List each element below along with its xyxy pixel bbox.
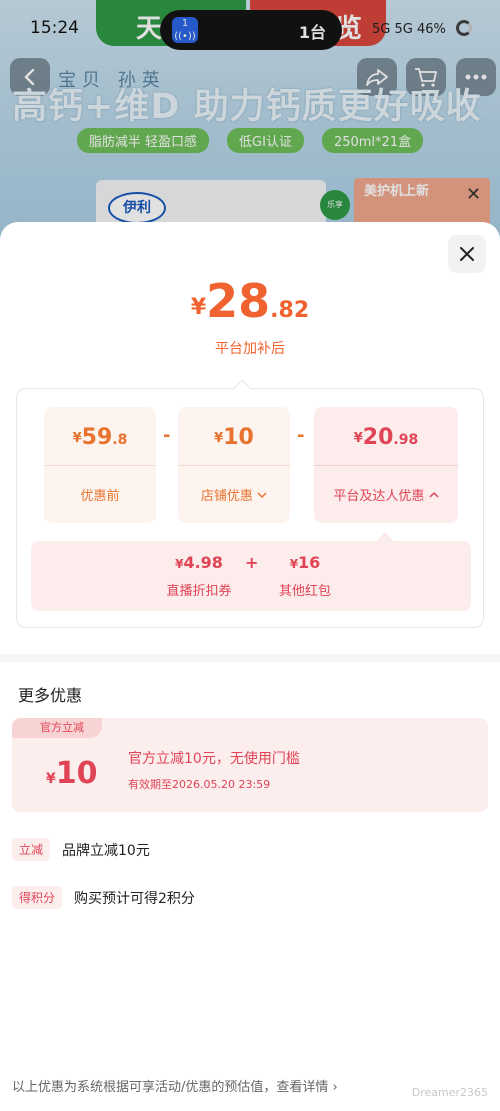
final-price-currency: ¥ — [190, 295, 207, 320]
store-discount-label: 店铺优惠 — [200, 489, 253, 504]
estimate-note-link[interactable]: 以上优惠为系统根据可享活动/优惠的预估值，查看详情 › — [12, 1076, 338, 1095]
more-discounts-title: 更多优惠 — [18, 686, 83, 705]
promo-tag: 得积分 — [12, 886, 63, 909]
store-discount-box[interactable]: ¥10 店铺优惠 — [178, 407, 290, 523]
platform-discount-label-row: 平台及达人优惠 — [314, 485, 458, 504]
currency-symbol: ¥ — [353, 431, 363, 446]
promo-row: 得积分 购买预计可得2积分 — [12, 886, 195, 909]
final-price: ¥28.82 — [0, 274, 500, 328]
live-coupon-amount: ¥4.98 — [157, 553, 241, 572]
close-icon — [460, 247, 474, 261]
red-packet-item: ¥16 其他红包 — [263, 553, 347, 599]
original-price-integer: 59 — [81, 425, 113, 450]
platform-discount-amount: ¥20.98 — [314, 425, 458, 450]
divider — [314, 465, 458, 466]
coupon-tag: 官方立减 — [12, 718, 102, 738]
section-divider — [0, 654, 500, 662]
store-discount-amount: ¥10 — [178, 425, 290, 450]
original-price-decimal: .8 — [112, 432, 128, 448]
currency-symbol: ¥ — [72, 431, 82, 446]
currency-symbol: ¥ — [214, 431, 224, 446]
platform-discount-integer: 20 — [362, 425, 394, 450]
platform-discount-label: 平台及达人优惠 — [333, 489, 425, 504]
platform-discount-box[interactable]: ¥20.98 平台及达人优惠 — [314, 407, 458, 523]
platform-discount-details: ¥4.98 直播折扣券 + ¥16 其他红包 — [31, 541, 471, 611]
divider — [44, 465, 156, 466]
promo-tag: 立减 — [12, 838, 51, 861]
coupon-value: 10 — [55, 756, 98, 791]
coupon-expiry: 有效期至2026.05.20 23:59 — [128, 778, 271, 791]
platform-discount-decimal: .98 — [393, 432, 419, 448]
minus-sign: - — [163, 425, 171, 446]
live-coupon-label: 直播折扣券 — [166, 584, 232, 599]
original-price: ¥59.8 — [44, 425, 156, 450]
currency-symbol: ¥ — [289, 557, 299, 571]
store-discount-integer: 10 — [223, 425, 254, 450]
live-coupon-value: 4.98 — [183, 553, 223, 572]
overlay-dim — [0, 0, 500, 240]
chevron-down-icon — [257, 492, 267, 499]
coupon-description: 官方立减10元，无使用门槛 — [128, 751, 300, 767]
red-packet-amount: ¥16 — [263, 553, 347, 572]
watermark: Dreamer2365 — [411, 1086, 488, 1099]
final-price-decimal: .82 — [270, 298, 310, 323]
final-price-integer: 28 — [206, 274, 271, 328]
discount-detail-sheet: ¥28.82 平台加补后 ¥59.8 优惠前 - ¥10 店铺优惠 - ¥20.… — [0, 222, 500, 1111]
final-price-label: 平台加补后 — [215, 341, 285, 357]
divider — [178, 465, 290, 466]
product-page-background: 天 览 15:24 1 ((•)) 1台 5G 5G 46% 宝贝 孙英 高钙+维… — [0, 0, 500, 240]
coupon-amount: ¥10 — [46, 756, 98, 791]
red-packet-value: 16 — [298, 553, 321, 572]
original-price-label: 优惠前 — [80, 489, 120, 504]
currency-symbol: ¥ — [46, 771, 56, 787]
chevron-up-icon — [429, 491, 439, 498]
promo-text: 品牌立减10元 — [62, 842, 150, 859]
original-price-box: ¥59.8 优惠前 — [44, 407, 156, 523]
price-breakdown: ¥59.8 优惠前 - ¥10 店铺优惠 - ¥20.98 平台及达人优惠 ¥4… — [16, 388, 484, 628]
official-coupon-card[interactable]: 官方立减 ¥10 官方立减10元，无使用门槛 有效期至2026.05.20 23… — [12, 718, 488, 812]
promo-text: 购买预计可得2积分 — [74, 890, 195, 907]
promo-row: 立减 品牌立减10元 — [12, 838, 150, 861]
plus-sign: + — [245, 553, 259, 572]
minus-sign: - — [297, 425, 305, 446]
store-discount-label-row: 店铺优惠 — [178, 485, 290, 504]
red-packet-label: 其他红包 — [278, 584, 331, 599]
close-button[interactable] — [448, 235, 486, 273]
live-coupon-item: ¥4.98 直播折扣券 — [157, 553, 241, 599]
